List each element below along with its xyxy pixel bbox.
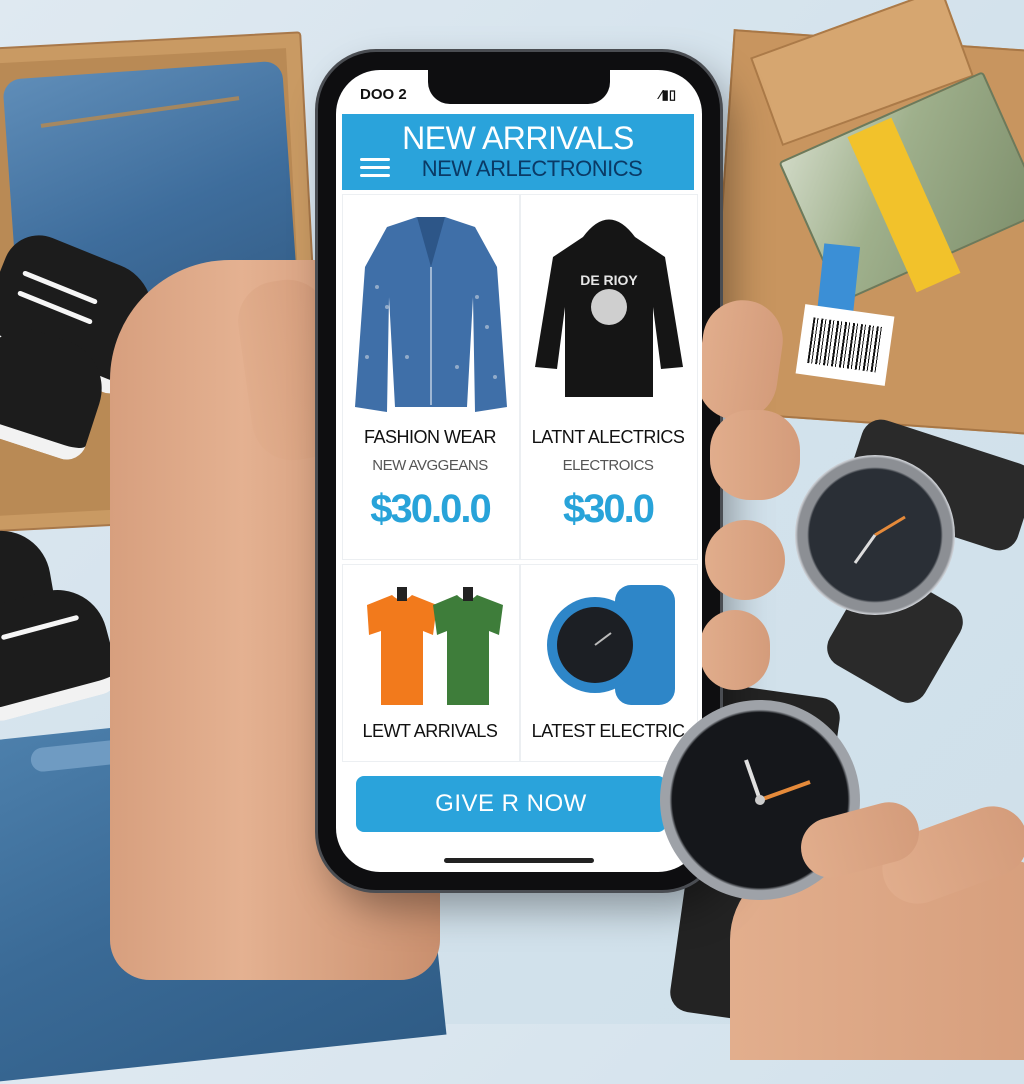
product-card-electrics[interactable]: DE RIOY LATNT ALECTRICS ELECTROICS $30.0 (520, 194, 698, 560)
status-carrier: DOO 2 (360, 86, 407, 103)
smartwatch-image (547, 585, 675, 705)
page-subtitle: NEW ARLECTRONICS (421, 156, 643, 181)
phone-screen: DOO 2 ∕▮▯ NEW ARRIVALS NEW ARLECTRONICS … (336, 70, 702, 872)
app-header: NEW ARRIVALS NEW ARLECTRONICS (342, 114, 694, 190)
tshirts-image (367, 587, 503, 705)
product-card-fashion-wear[interactable]: FASHION WEAR NEW AVGGEANS $30.0.0 (342, 194, 520, 560)
home-indicator[interactable] (444, 858, 594, 863)
page-title: NEW ARRIVALS (402, 120, 634, 156)
product-name: FASHION WEAR (363, 427, 497, 447)
product-card-arrivals[interactable]: LEWT ARRIVALS (342, 564, 520, 762)
camera-notch (428, 70, 610, 104)
product-subtitle: ELECTROICS (562, 457, 654, 474)
wristwatch (795, 455, 955, 615)
svg-text:DE RIOY: DE RIOY (580, 272, 638, 288)
product-price: $30.0.0 (370, 487, 491, 531)
black-hoodie-image: DE RIOY (535, 219, 683, 397)
product-subtitle: NEW AVGGEANS (372, 457, 488, 474)
hamburger-menu-icon[interactable] (360, 158, 390, 178)
product-price: $30.0 (562, 487, 655, 531)
product-name: LATNT ALECTRICS (531, 427, 685, 447)
denim-jacket-image (355, 217, 507, 412)
product-name: LEWT ARRIVALS (362, 721, 498, 741)
status-icons: ∕▮▯ (659, 87, 676, 102)
barcode-label (795, 304, 895, 386)
give-now-button[interactable]: GIVE R NOW (356, 776, 666, 832)
sneaker (0, 578, 123, 726)
